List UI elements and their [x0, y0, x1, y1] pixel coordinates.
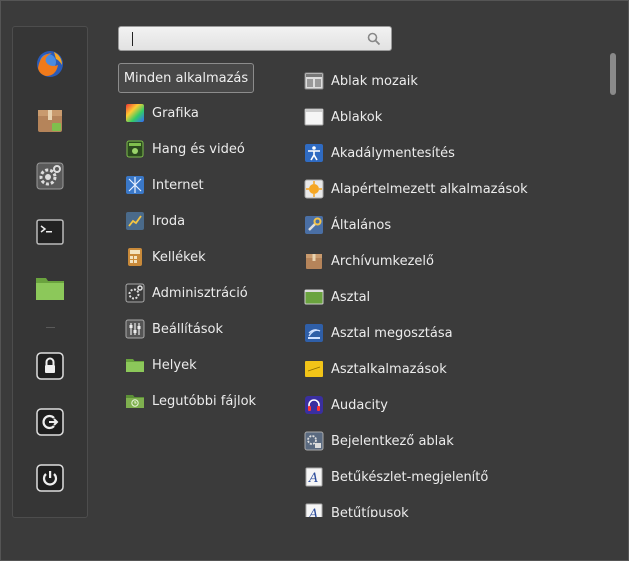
app-label: Asztal megosztása [331, 325, 453, 341]
font-viewer-icon: A [305, 467, 323, 487]
app-label: Általános [331, 217, 392, 233]
app-label: Akadálymentesítés [331, 145, 455, 161]
app-label: Ablakok [331, 109, 383, 125]
app-label: Audacity [331, 397, 388, 413]
app-item[interactable]: Bejelentkező ablak [304, 430, 454, 452]
app-label: Asztalkalmazások [331, 361, 447, 377]
general-icon [305, 216, 323, 234]
app-item[interactable]: Asztal [304, 286, 370, 308]
app-item[interactable]: Asztal megosztása [304, 322, 453, 344]
app-item[interactable]: Ablakok [304, 106, 382, 128]
scrollbar-thumb[interactable] [610, 53, 616, 95]
app-item[interactable]: Archívumkezelő [304, 250, 434, 272]
default-apps-icon [304, 179, 324, 199]
app-item[interactable]: A Betűkészlet-megjelenítő [304, 466, 488, 488]
app-label: Alapértelmezett alkalmazások [331, 181, 528, 197]
desktop-sharing-icon [305, 324, 323, 342]
svg-text:A: A [308, 507, 318, 517]
app-label: Archívumkezelő [331, 253, 434, 269]
app-label: Betűkészlet-megjelenítő [331, 469, 489, 485]
desktop-icon [304, 289, 324, 305]
app-item[interactable]: Audacity [304, 394, 388, 416]
app-label: Betűtípusok [331, 505, 409, 518]
app-item[interactable]: Asztalkalmazások [304, 358, 447, 380]
desklets-icon [305, 361, 323, 377]
app-item[interactable]: Akadálymentesítés [304, 142, 455, 164]
audacity-icon [305, 396, 323, 414]
app-item[interactable]: Általános [304, 214, 391, 236]
svg-text:A: A [308, 471, 318, 486]
login-window-icon [304, 431, 324, 451]
windows-icon [304, 108, 324, 126]
archive-manager-icon [306, 254, 322, 269]
app-label: Asztal [331, 289, 371, 305]
applications-list: Ablak mozaik Ablakok Akadálymentesítés A… [1, 1, 601, 517]
app-label: Bejelentkező ablak [331, 433, 454, 449]
app-item[interactable]: A Betűtípusok [304, 502, 409, 517]
fonts-icon: A [305, 503, 323, 517]
window-tiling-icon [304, 72, 324, 90]
app-item[interactable]: Alapértelmezett alkalmazások [304, 178, 528, 200]
application-menu: Minden alkalmazás Grafika Hang és videó … [0, 0, 629, 561]
app-label: Ablak mozaik [331, 73, 418, 89]
app-item[interactable]: Ablak mozaik [304, 70, 418, 92]
accessibility-icon [305, 144, 323, 162]
